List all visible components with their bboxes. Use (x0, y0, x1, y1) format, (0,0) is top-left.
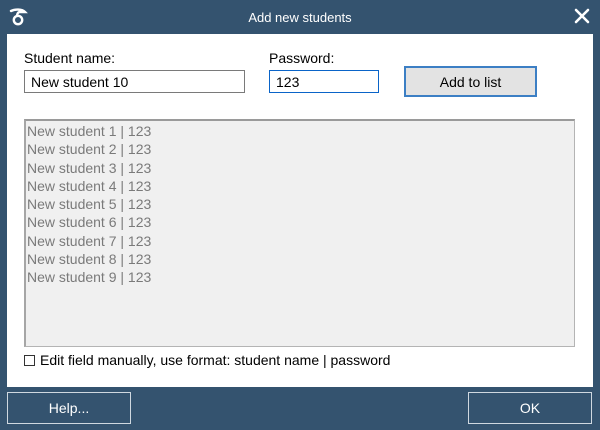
student-list-item: New student 3 | 123 (27, 159, 152, 176)
manual-edit-label: Edit field manually, use format: student… (40, 352, 391, 368)
password-input[interactable] (269, 70, 379, 93)
ok-button[interactable]: OK (468, 392, 592, 424)
student-list-item: New student 1 | 123 (27, 123, 152, 139)
help-button[interactable]: Help... (7, 392, 131, 424)
student-name-label: Student name: (24, 50, 116, 66)
dialog-body: Student name: Password: Add to list New … (7, 34, 593, 387)
student-list-item: New student 2 | 123 (27, 141, 152, 158)
window-title: Add new students (248, 10, 352, 25)
password-label: Password: (269, 50, 335, 66)
student-list-item: New student 5 | 123 (27, 196, 152, 213)
student-list-item: New student 8 | 123 (27, 251, 152, 268)
add-to-list-button[interactable]: Add to list (404, 66, 537, 97)
student-list-item: New student 4 | 123 (27, 177, 152, 194)
title-bar: Add new students (0, 0, 600, 34)
student-list-item: New student 6 | 123 (27, 214, 152, 231)
student-list-item: New student 7 | 123 (27, 232, 152, 249)
student-name-input[interactable] (24, 70, 245, 93)
student-list-box[interactable]: New student 1 | 123 New student 2 | 123 Ne… (24, 119, 575, 347)
student-list-item: New student 9 | 123 (27, 269, 152, 286)
close-icon[interactable] (572, 6, 592, 26)
add-students-dialog: Add new students Student name: Password:… (0, 0, 600, 430)
manual-edit-option[interactable]: Edit field manually, use format: student… (24, 351, 390, 369)
manual-edit-checkbox[interactable] (24, 354, 35, 366)
